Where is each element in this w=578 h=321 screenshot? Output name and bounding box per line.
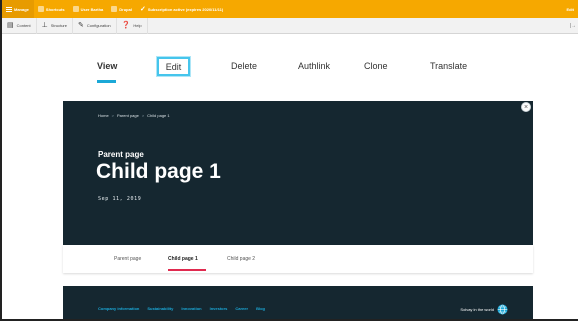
footer-link-company[interactable]: Company information	[98, 306, 139, 311]
tray-content-label: Content	[16, 23, 31, 28]
tab-edit-label: Edit	[165, 61, 182, 72]
site-footer: Company information Sustainability Innov…	[63, 286, 533, 319]
breadcrumb-home[interactable]: Home	[98, 113, 109, 118]
footer-link-innovation[interactable]: Innovation	[181, 306, 201, 311]
footer-link-blog[interactable]: Blog	[256, 306, 265, 311]
wrench-icon: ✎	[77, 22, 84, 29]
drupal-icon	[111, 6, 118, 12]
star-icon	[37, 6, 44, 12]
toolbar-edit-label: Edit	[566, 6, 574, 12]
tab-translate[interactable]: Translate	[430, 61, 467, 71]
toolbar-subscription-label: Subscription active (expires 2020/11/11)	[147, 6, 224, 12]
local-tasks: View Edit Delete Authlink Clone Translat…	[0, 57, 578, 91]
tray-content[interactable]: ▤ Content	[2, 17, 37, 34]
breadcrumb-separator: >	[111, 113, 115, 118]
subnav-active-underline	[168, 269, 206, 271]
tray-help[interactable]: ❓ Help	[117, 17, 148, 34]
tab-delete[interactable]: Delete	[231, 61, 257, 71]
toolbar-drupal[interactable]: Drupal	[107, 0, 136, 18]
page-date: Sep 11, 2019	[98, 196, 142, 202]
admin-toolbar-tray: ▤ Content ⊥ Structure ✎ Configuration ❓ …	[2, 17, 578, 34]
hero-parent-label: Parent page	[98, 150, 144, 159]
close-icon[interactable]: ×	[521, 102, 531, 112]
world-link[interactable]: Solvay in the world	[460, 304, 508, 315]
check-icon: ✓	[139, 5, 146, 13]
breadcrumb-current: Child page 1	[147, 113, 170, 118]
page-hero: Home > Parent page > Child page 1 Parent…	[63, 101, 533, 245]
user-icon	[72, 6, 79, 12]
breadcrumb-separator: >	[141, 113, 145, 118]
toolbar-manage-label: Manage	[14, 6, 29, 12]
tab-view[interactable]: View	[97, 61, 117, 71]
tray-configuration[interactable]: ✎ Configuration	[73, 17, 117, 34]
sitemap-icon: ⊥	[41, 22, 48, 29]
breadcrumb: Home > Parent page > Child page 1	[98, 113, 170, 118]
toolbar-subscription[interactable]: ✓ Subscription active (expires 2020/11/1…	[136, 0, 227, 18]
toolbar-edit[interactable]: Edit	[562, 0, 578, 18]
toolbar-user[interactable]: User Bartha	[69, 0, 108, 18]
tray-help-label: Help	[133, 23, 142, 28]
subnav-item-child-page-1[interactable]: Child page 1	[168, 256, 198, 262]
subnav-item-child-page-2[interactable]: Child page 2	[227, 256, 255, 262]
page-icon: ▤	[7, 22, 14, 29]
tab-edit[interactable]: Edit	[157, 57, 190, 76]
sibling-nav: Parent page Child page 1 Child page 2	[63, 245, 533, 273]
footer-link-sustainability[interactable]: Sustainability	[147, 306, 173, 311]
hamburger-icon	[6, 6, 12, 12]
page-title: Child page 1	[96, 160, 221, 183]
footer-link-career[interactable]: Career	[235, 306, 248, 311]
toolbar-drupal-label: Drupal	[119, 6, 132, 12]
toolbar-user-label: User Bartha	[80, 6, 104, 12]
globe-icon	[497, 304, 508, 315]
tab-authlink[interactable]: Authlink	[298, 61, 330, 71]
tray-structure[interactable]: ⊥ Structure	[37, 17, 73, 34]
toolbar-shortcuts[interactable]: Shortcuts	[34, 0, 69, 18]
tray-structure-label: Structure	[50, 23, 67, 28]
breadcrumb-parent[interactable]: Parent page	[117, 113, 139, 118]
question-icon: ❓	[121, 22, 131, 29]
world-label: Solvay in the world	[460, 307, 494, 312]
tray-orientation-toggle[interactable]: |→	[570, 23, 578, 29]
tray-orientation-label: |→	[569, 22, 576, 29]
tray-configuration-label: Configuration	[86, 23, 111, 28]
tab-view-underline	[97, 80, 116, 83]
tab-clone[interactable]: Clone	[364, 61, 388, 71]
footer-link-investors[interactable]: Investors	[210, 306, 228, 311]
toolbar-shortcuts-label: Shortcuts	[45, 6, 65, 12]
subnav-item-parent-page[interactable]: Parent page	[114, 256, 141, 262]
admin-toolbar: Manage Shortcuts User Bartha Drupal ✓ Su…	[2, 0, 578, 18]
footer-links: Company information Sustainability Innov…	[98, 306, 265, 311]
toolbar-manage[interactable]: Manage	[2, 0, 34, 18]
